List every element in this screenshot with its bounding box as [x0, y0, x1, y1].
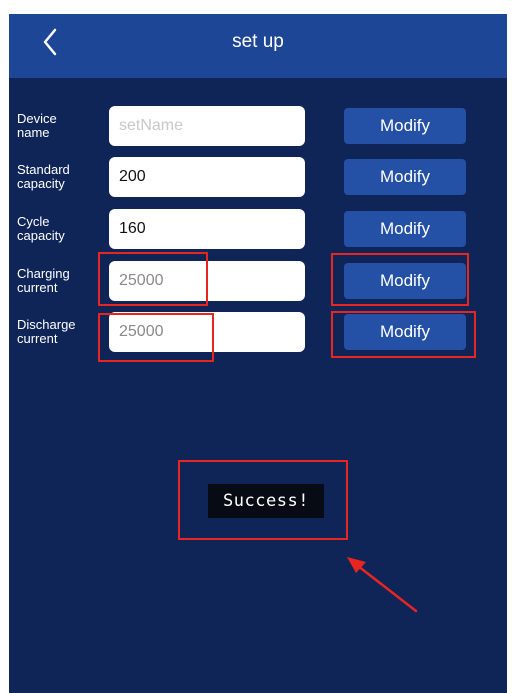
annotation-arrow-icon	[347, 557, 418, 613]
